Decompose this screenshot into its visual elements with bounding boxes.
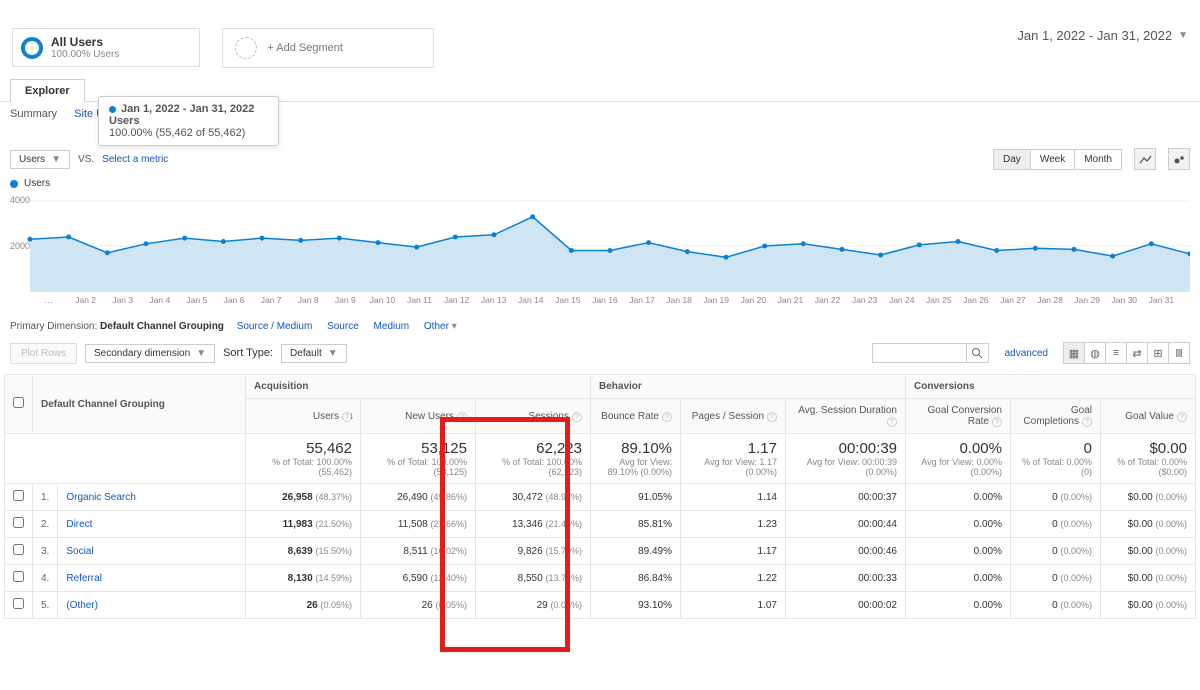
search-input[interactable] — [872, 343, 967, 363]
chevron-down-icon: ▾ — [452, 321, 457, 332]
dim-source[interactable]: Source — [327, 321, 359, 332]
row-checkbox[interactable] — [5, 484, 33, 511]
line-chart-icon[interactable] — [1134, 148, 1156, 170]
totals-row: 55,462% of Total: 100.00% (55,462) 53,12… — [5, 434, 1196, 484]
row-checkbox[interactable] — [5, 592, 33, 619]
select-all-checkbox[interactable] — [5, 375, 33, 434]
sort-type-selector[interactable]: Default▼ — [281, 344, 347, 363]
col-avg-duration[interactable]: Avg. Session Duration? — [786, 399, 906, 434]
date-range-selector[interactable]: Jan 1, 2022 - Jan 31, 2022 ▼ — [1017, 28, 1188, 43]
table-row: 3.Social8,639 (15.50%)8,511 (16.02%)9,82… — [5, 538, 1196, 565]
add-segment-button[interactable]: + Add Segment — [222, 28, 434, 68]
data-table: Default Channel Grouping Acquisition Beh… — [4, 374, 1196, 619]
channel-link[interactable]: (Other) — [58, 592, 246, 619]
col-goal-completions[interactable]: Goal Completions? — [1011, 399, 1101, 434]
chart-tooltip: Jan 1, 2022 - Jan 31, 2022 Users 100.00%… — [98, 96, 279, 146]
tooltip-dot-icon — [109, 106, 116, 113]
col-goal-conv-rate[interactable]: Goal Conversion Rate? — [906, 399, 1011, 434]
col-goal-value[interactable]: Goal Value? — [1101, 399, 1196, 434]
secondary-dimension-selector[interactable]: Secondary dimension▼ — [85, 344, 215, 363]
select-metric-link[interactable]: Select a metric — [102, 154, 168, 165]
segment-circle-icon — [21, 37, 43, 59]
channel-link[interactable]: Direct — [58, 511, 246, 538]
view-percentage-icon[interactable]: ◍ — [1084, 342, 1106, 364]
granularity-day[interactable]: Day — [993, 149, 1031, 170]
dim-medium[interactable]: Medium — [374, 321, 410, 332]
view-pivot-icon[interactable]: ⊞ — [1147, 342, 1169, 364]
plot-rows-button: Plot Rows — [10, 343, 77, 364]
channel-link[interactable]: Referral — [58, 565, 246, 592]
view-performance-icon[interactable]: ≡ — [1105, 342, 1127, 364]
tab-explorer[interactable]: Explorer — [10, 79, 85, 102]
segment-subtitle: 100.00% Users — [51, 49, 119, 60]
granularity-group: Day Week Month — [994, 149, 1122, 170]
chevron-down-icon: ▼ — [196, 348, 206, 359]
col-new-users[interactable]: New Users? — [361, 399, 476, 434]
table-row: 4.Referral8,130 (14.59%)6,590 (12.40%)8,… — [5, 565, 1196, 592]
row-checkbox[interactable] — [5, 565, 33, 592]
primary-metric-selector[interactable]: Users▼ — [10, 150, 70, 169]
col-dimension[interactable]: Default Channel Grouping — [33, 375, 246, 434]
channel-link[interactable]: Organic Search — [58, 484, 246, 511]
ytick-2000: 2000 — [10, 241, 30, 251]
segment-title: All Users — [51, 35, 119, 49]
view-comparison-icon[interactable]: ⇄ — [1126, 342, 1148, 364]
ytick-4000: 4000 — [10, 195, 30, 205]
col-users[interactable]: Users?↓ — [246, 399, 361, 434]
chevron-down-icon: ▼ — [328, 348, 338, 359]
legend-dot-icon — [10, 180, 18, 188]
view-table-icon[interactable]: ▦ — [1063, 342, 1085, 364]
advanced-link[interactable]: advanced — [1005, 348, 1048, 359]
group-behavior: Behavior — [591, 375, 906, 399]
view-cloud-icon[interactable]: Ⅲ — [1168, 342, 1190, 364]
table-row: 1.Organic Search26,958 (48.37%)26,490 (4… — [5, 484, 1196, 511]
col-bounce-rate[interactable]: Bounce Rate? — [591, 399, 681, 434]
channel-link[interactable]: Social — [58, 538, 246, 565]
search-button[interactable] — [967, 343, 989, 363]
dim-source-medium[interactable]: Source / Medium — [237, 321, 313, 332]
chevron-down-icon: ▼ — [51, 154, 61, 165]
motion-chart-icon[interactable] — [1168, 148, 1190, 170]
sort-type-label: Sort Type: — [223, 347, 273, 359]
row-checkbox[interactable] — [5, 511, 33, 538]
primary-dimension-active[interactable]: Default Channel Grouping — [100, 321, 224, 332]
dim-other[interactable]: Other ▾ — [424, 321, 457, 332]
vs-label: VS. — [78, 154, 94, 165]
table-row: 2.Direct11,983 (21.50%)11,508 (21.66%)13… — [5, 511, 1196, 538]
row-checkbox[interactable] — [5, 538, 33, 565]
legend-label: Users — [24, 178, 50, 189]
table-row: 5.(Other)26 (0.05%)26 (0.05%)29 (0.05%)9… — [5, 592, 1196, 619]
segment-all-users[interactable]: All Users 100.00% Users — [12, 28, 200, 67]
group-conversions: Conversions — [906, 375, 1196, 399]
sort-down-icon: ↓ — [349, 411, 354, 422]
group-acquisition: Acquisition — [246, 375, 591, 399]
add-segment-label: + Add Segment — [267, 42, 343, 54]
col-pages-session[interactable]: Pages / Session? — [681, 399, 786, 434]
date-range-text: Jan 1, 2022 - Jan 31, 2022 — [1017, 28, 1172, 43]
granularity-week[interactable]: Week — [1030, 149, 1075, 170]
chart-xticks: …Jan 2Jan 3Jan 4Jan 5Jan 6Jan 7Jan 8Jan … — [10, 293, 1190, 311]
col-sessions[interactable]: Sessions? — [476, 399, 591, 434]
chevron-down-icon: ▼ — [1178, 30, 1188, 41]
primary-dimension-row: Primary Dimension: Default Channel Group… — [0, 311, 1200, 338]
add-circle-icon — [235, 37, 257, 59]
users-chart[interactable]: 4000 2000 — [10, 193, 1190, 293]
subtab-summary[interactable]: Summary — [10, 108, 57, 120]
granularity-month[interactable]: Month — [1074, 149, 1122, 170]
